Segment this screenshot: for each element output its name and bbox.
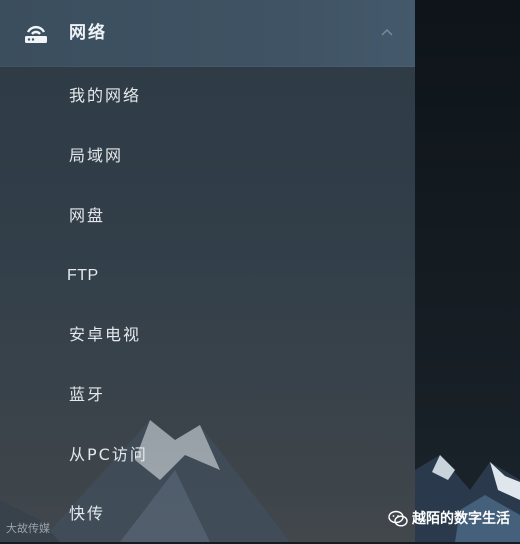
menu-item-ftp[interactable]: FTP bbox=[0, 246, 415, 306]
menu-item-lan[interactable]: 局域网 bbox=[0, 126, 415, 186]
menu-item-label: 我的网络 bbox=[69, 86, 142, 105]
menu-item-label: 安卓电视 bbox=[69, 325, 142, 344]
watermark-right-text: 越陌的数字生活 bbox=[412, 511, 510, 527]
chevron-up-icon[interactable] bbox=[381, 28, 393, 36]
watermark-left-text: 大故传媒 bbox=[6, 522, 50, 535]
menu-item-label: FTP bbox=[67, 267, 99, 284]
network-title: 网络 bbox=[69, 23, 107, 43]
router-icon bbox=[25, 25, 47, 43]
wechat-icon bbox=[388, 510, 408, 527]
menu-item-label: 蓝牙 bbox=[69, 385, 106, 404]
menu-item-my-network[interactable]: 我的网络 bbox=[0, 66, 415, 126]
menu-item-label: 从PC访问 bbox=[69, 445, 148, 464]
menu-item-label: 网盘 bbox=[69, 206, 106, 225]
menu-item-label: 快传 bbox=[69, 504, 106, 523]
menu-item-label: 局域网 bbox=[69, 146, 124, 165]
menu-item-cloud-drive[interactable]: 网盘 bbox=[0, 186, 415, 246]
menu-item-quick-transfer[interactable]: 快传 bbox=[0, 484, 415, 544]
navigation-drawer: 网络 我的网络 局域网 网盘 FTP 安卓电视 蓝牙 从PC访问 快传 bbox=[0, 0, 415, 542]
watermark-left: 大故传媒 bbox=[6, 522, 50, 536]
network-section-header[interactable]: 网络 bbox=[0, 0, 415, 67]
menu-item-bluetooth[interactable]: 蓝牙 bbox=[0, 365, 415, 425]
menu-item-access-from-pc[interactable]: 从PC访问 bbox=[0, 425, 415, 485]
menu-item-android-tv[interactable]: 安卓电视 bbox=[0, 305, 415, 365]
